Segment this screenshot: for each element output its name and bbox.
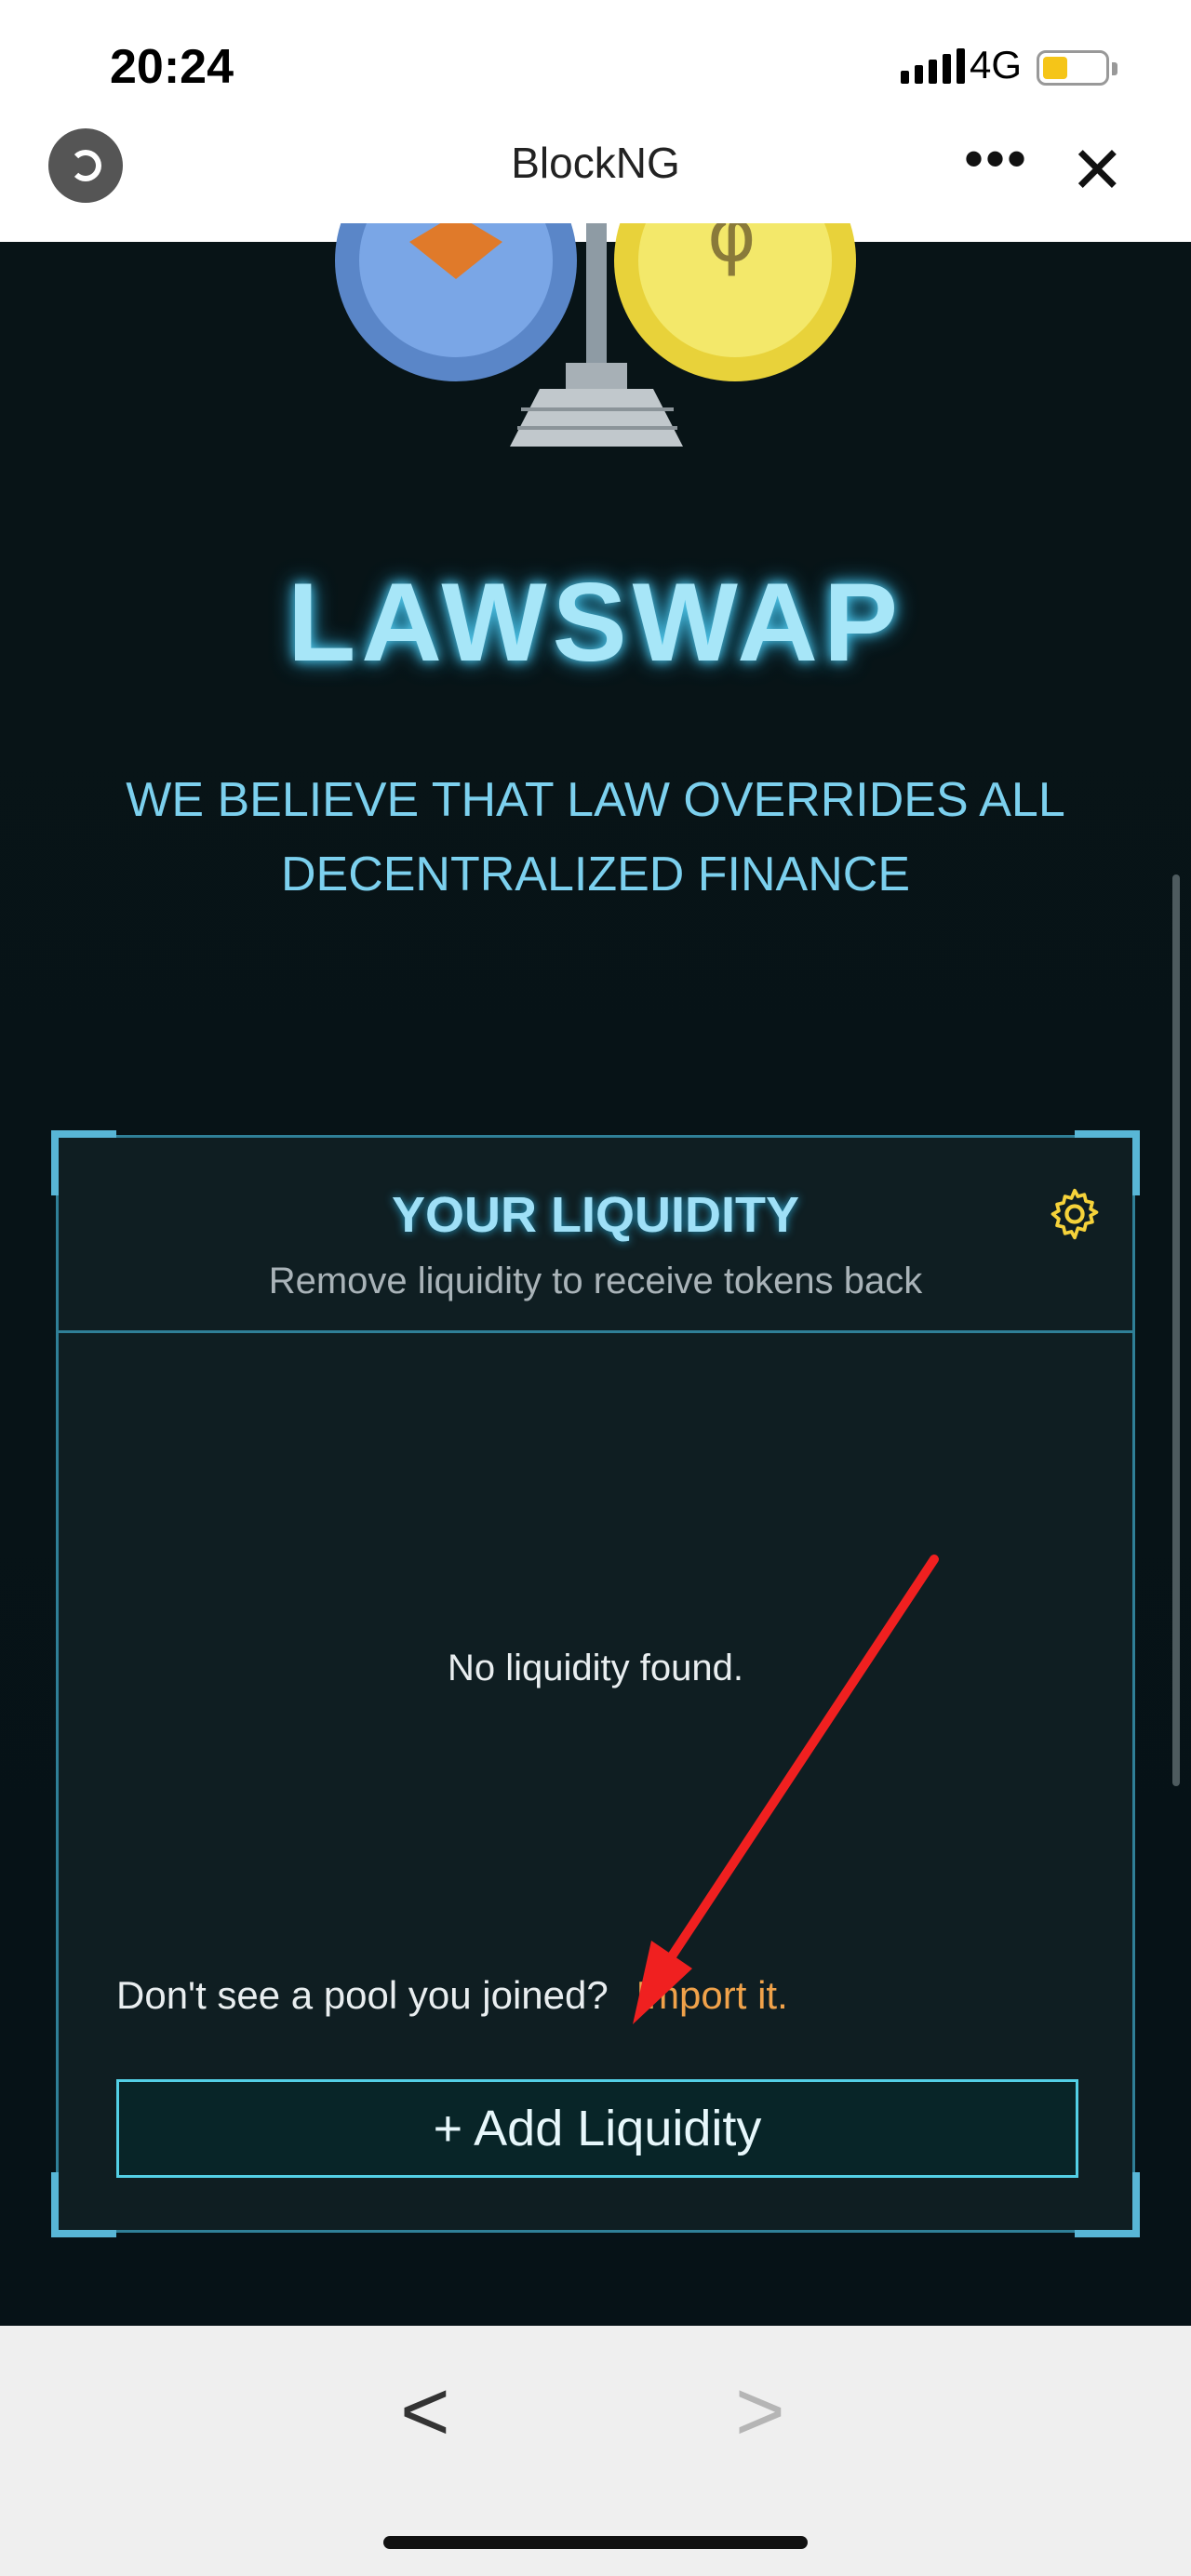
forward-chevron-icon[interactable]: >	[735, 2363, 785, 2461]
status-time: 20:24	[110, 40, 234, 94]
close-icon[interactable]: ✕	[1070, 132, 1125, 208]
scrollbar[interactable]	[1172, 874, 1180, 1786]
scales-logo-icon: φ	[335, 223, 856, 447]
gear-icon[interactable]	[1045, 1184, 1104, 1244]
status-bar: 20:24 4G	[0, 0, 1191, 130]
panel-corner	[1075, 2172, 1140, 2237]
brand-title: LAWSWAP	[288, 560, 903, 685]
import-link[interactable]: Import it.	[636, 1973, 787, 2017]
pool-prompt: Don't see a pool you joined?	[116, 1973, 609, 2017]
tagline: WE BELIEVE THAT LAW OVERRIDES ALL DECENT…	[126, 773, 1065, 901]
signal-icon	[901, 47, 965, 84]
main-content: φ LAWSWAP WE BELIEVE THAT LAW OVERRIDES …	[0, 223, 1191, 2326]
battery-icon	[1037, 50, 1117, 86]
home-indicator[interactable]	[383, 2536, 808, 2549]
panel-header: YOUR LIQUIDITY Remove liquidity to recei…	[59, 1138, 1132, 1333]
back-chevron-icon[interactable]: <	[400, 2363, 450, 2461]
more-icon[interactable]: •••	[964, 127, 1028, 191]
network-type: 4G	[970, 43, 1023, 87]
panel-corner	[51, 2172, 116, 2237]
svg-text:φ: φ	[707, 223, 756, 278]
empty-liquidity-message: No liquidity found.	[448, 1648, 743, 1688]
browser-bottom-bar: < >	[0, 2326, 1191, 2576]
liquidity-subtitle: Remove liquidity to receive tokens back	[268, 1261, 923, 1301]
add-liquidity-button[interactable]: + Add Liquidity	[116, 2079, 1078, 2178]
import-pool-row: Don't see a pool you joined? Import it.	[116, 1973, 788, 2018]
liquidity-title: YOUR LIQUIDITY	[391, 1187, 799, 1243]
liquidity-panel: YOUR LIQUIDITY Remove liquidity to recei…	[51, 1130, 1140, 2237]
